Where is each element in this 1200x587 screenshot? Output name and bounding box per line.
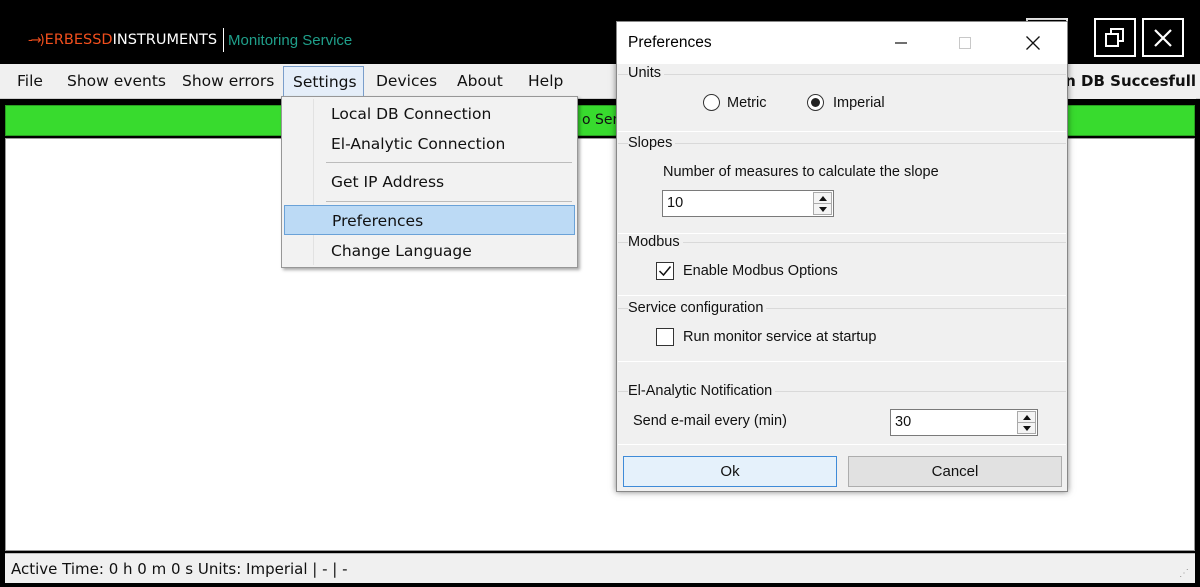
brand-service-name: Monitoring Service — [228, 31, 353, 49]
imperial-label: Imperial — [833, 95, 885, 111]
radio-selected-dot — [811, 98, 820, 107]
maximize-icon — [959, 36, 971, 49]
metric-radio[interactable] — [703, 94, 720, 111]
measures-value: 10 — [667, 195, 684, 211]
caret-up-icon — [818, 195, 827, 201]
spin-up-button[interactable] — [814, 193, 831, 204]
menu-item-change-language[interactable]: Change Language — [284, 236, 575, 266]
menu-settings[interactable]: Settings — [283, 66, 364, 97]
menu-item-preferences[interactable]: Preferences — [284, 205, 575, 235]
email-interval-value: 30 — [895, 414, 912, 430]
resize-grip-icon[interactable]: ⋰ — [1179, 568, 1191, 580]
dialog-maximize-button — [942, 22, 988, 63]
close-button[interactable] — [1142, 18, 1184, 57]
brand-logo-icon: -→) — [28, 32, 45, 48]
status-text: Active Time: 0 h 0 m 0 s Units: Imperial… — [11, 560, 348, 578]
restore-icon — [1105, 27, 1124, 47]
email-interval-label: Send e-mail every (min) — [633, 413, 787, 429]
caret-up-icon — [1022, 414, 1031, 420]
menu-file[interactable]: File — [13, 66, 47, 97]
email-spin-buttons — [1017, 411, 1036, 434]
units-label: Units — [628, 65, 665, 81]
modbus-label: Modbus — [628, 234, 683, 250]
brand-divider — [223, 28, 225, 52]
startup-checkbox[interactable] — [656, 328, 674, 346]
email-interval-stepper[interactable]: 30 — [890, 409, 1038, 436]
dialog-minimize-button[interactable] — [878, 22, 924, 63]
brand-company-accent: ERBESSD — [44, 32, 113, 48]
menu-about[interactable]: About — [453, 66, 507, 97]
close-icon — [1026, 35, 1040, 50]
menu-devices[interactable]: Devices — [372, 66, 441, 97]
dialog-close-button[interactable] — [1010, 22, 1056, 63]
notification-label: El-Analytic Notification — [628, 383, 776, 399]
db-connection-notice: on DB Succesfull — [1050, 64, 1196, 99]
startup-label: Run monitor service at startup — [683, 329, 877, 345]
menu-separator — [326, 201, 572, 202]
spin-up-button[interactable] — [1018, 412, 1035, 423]
imperial-radio[interactable] — [807, 94, 824, 111]
dialog-title: Preferences — [628, 34, 712, 51]
caret-down-icon — [1022, 426, 1031, 431]
menu-item-el-analytic-connection[interactable]: El-Analytic Connection — [284, 129, 575, 159]
menu-item-get-ip-address[interactable]: Get IP Address — [284, 167, 575, 197]
status-bar: Active Time: 0 h 0 m 0 s Units: Imperial… — [5, 553, 1195, 583]
ok-button[interactable]: Ok — [623, 456, 837, 487]
checkmark-icon — [658, 266, 672, 277]
modbus-enable-label: Enable Modbus Options — [683, 263, 838, 279]
menu-show-events[interactable]: Show events — [63, 66, 170, 97]
app-brand: -→) ERBESSD INSTRUMENTS Monitoring Servi… — [28, 28, 352, 52]
dialog-title-bar: Preferences — [617, 22, 1067, 64]
minimize-icon — [895, 41, 907, 44]
menu-show-errors[interactable]: Show errors — [178, 66, 278, 97]
preferences-dialog: Preferences Units Metric Imperial Slopes… — [616, 21, 1068, 492]
spin-down-button[interactable] — [814, 204, 831, 215]
settings-dropdown: Local DB Connection El-Analytic Connecti… — [281, 96, 578, 268]
restore-button[interactable] — [1094, 18, 1136, 57]
slopes-label: Slopes — [628, 135, 676, 151]
measures-stepper[interactable]: 10 — [662, 190, 834, 217]
menu-item-local-db-connection[interactable]: Local DB Connection — [284, 99, 575, 129]
measures-label: Number of measures to calculate the slop… — [663, 164, 939, 180]
service-config-label: Service configuration — [628, 300, 767, 316]
modbus-checkbox[interactable] — [656, 262, 674, 280]
measures-spin-buttons — [813, 192, 832, 215]
metric-label: Metric — [727, 95, 767, 111]
spin-down-button[interactable] — [1018, 423, 1035, 434]
brand-company-name: INSTRUMENTS — [112, 32, 218, 48]
close-icon — [1154, 28, 1172, 47]
cancel-button[interactable]: Cancel — [848, 456, 1062, 487]
caret-down-icon — [818, 207, 827, 212]
slopes-group — [618, 143, 1066, 234]
menu-separator — [326, 162, 572, 163]
menu-help[interactable]: Help — [524, 66, 567, 97]
